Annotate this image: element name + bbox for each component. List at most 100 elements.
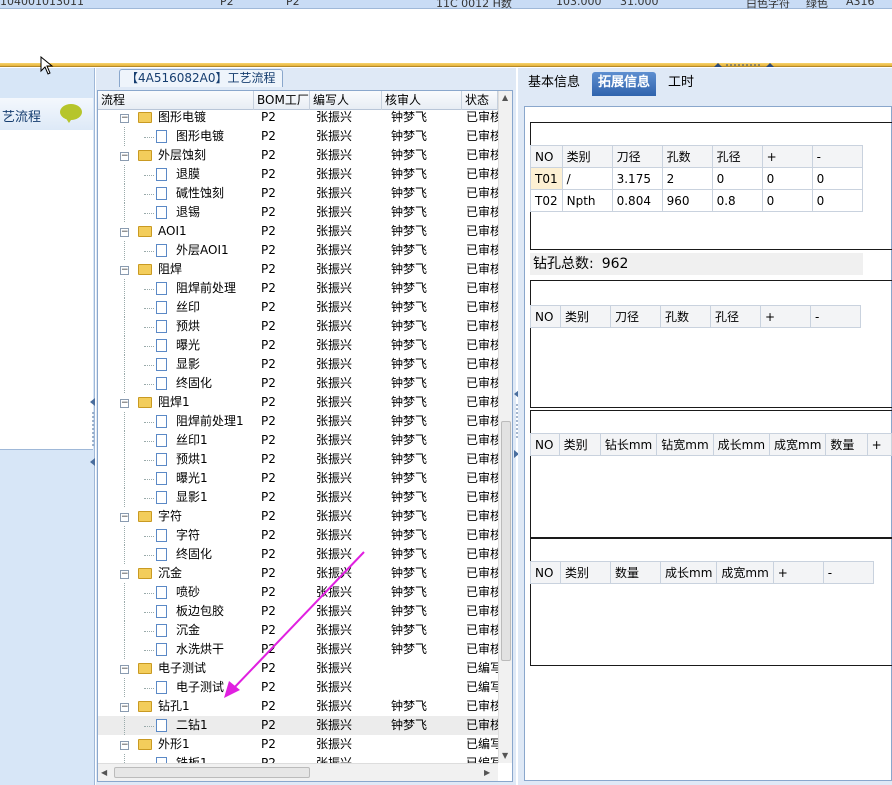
document-icon — [156, 168, 167, 181]
selected-record-strip[interactable]: 104001013011 P2 P2 11C 0012 H数 103.000 31.000… — [0, 0, 892, 10]
document-icon — [156, 605, 167, 618]
tree-row[interactable]: − AOI1 P2 张振兴 钟梦飞 已审核 — [98, 222, 498, 241]
tree-row[interactable]: 字符 P2 张振兴 钟梦飞 已审核 — [98, 526, 498, 545]
tree-row[interactable]: 退膜 P2 张振兴 钟梦飞 已审核 — [98, 165, 498, 184]
tree-row[interactable]: 沉金 P2 张振兴 钟梦飞 已审核 — [98, 621, 498, 640]
tree-cell-reviewer: 钟梦飞 — [391, 433, 428, 447]
t4-col: 成长mm — [659, 561, 718, 584]
collapse-icon[interactable]: − — [120, 266, 129, 275]
tree-row[interactable]: 显影 P2 张振兴 钟梦飞 已审核 — [98, 355, 498, 374]
tab-work-hours[interactable]: 工时 — [662, 72, 700, 96]
horizontal-scroll-thumb[interactable] — [114, 767, 310, 778]
table-row[interactable]: T01 / 3.175 2 0 0 0 — [530, 167, 863, 190]
horizontal-scrollbar[interactable]: ◀ ▶ — [98, 763, 498, 781]
scroll-right-icon[interactable]: ▶ — [484, 768, 490, 777]
vertical-scrollbar[interactable]: ▲ ▼ — [498, 91, 512, 763]
tree-row[interactable]: 板边包胶 P2 张振兴 钟梦飞 已审核 — [98, 602, 498, 621]
drill-col-no: NO — [530, 145, 563, 168]
collapse-icon[interactable]: − — [120, 741, 129, 750]
tree-cell-bom: P2 — [261, 566, 276, 580]
tree-row[interactable]: − 阻焊 P2 张振兴 钟梦飞 已审核 — [98, 260, 498, 279]
tree-row[interactable]: 图形电镀 P2 张振兴 钟梦飞 已审核 — [98, 127, 498, 146]
tree-row[interactable]: 丝印1 P2 张振兴 钟梦飞 已审核 — [98, 431, 498, 450]
section-2 — [530, 280, 892, 408]
drill-cell: 0.8 — [711, 189, 763, 212]
collapse-icon[interactable]: − — [120, 399, 129, 408]
tree-row[interactable]: 外层AOI1 P2 张振兴 钟梦飞 已审核 — [98, 241, 498, 260]
scroll-up-icon[interactable]: ▲ — [502, 93, 508, 102]
table-3[interactable]: NO 类别 钻长mm 钻宽mm 成长mm 成宽mm 数量 + — [530, 433, 892, 456]
tree-row[interactable]: − 沉金 P2 张振兴 钟梦飞 已审核 — [98, 564, 498, 583]
tree-row[interactable]: 预烘1 P2 张振兴 钟梦飞 已审核 — [98, 450, 498, 469]
tree-row[interactable]: − 外形1 P2 张振兴 已编写 — [98, 735, 498, 754]
folder-icon — [138, 226, 152, 237]
table-4[interactable]: NO 类别 数量 成长mm 成宽mm + - — [530, 561, 874, 584]
tree-line — [124, 412, 125, 431]
tab-basic-info[interactable]: 基本信息 — [522, 72, 586, 96]
tree-row[interactable]: 喷砂 P2 张振兴 钟梦飞 已审核 — [98, 583, 498, 602]
tree-row[interactable]: − 字符 P2 张振兴 钟梦飞 已审核 — [98, 507, 498, 526]
table-row[interactable]: T02 Npth 0.804 960 0.8 0 0 — [530, 189, 863, 212]
splitter-bar[interactable] — [0, 63, 892, 67]
tree-cell-status: 已审核 — [466, 433, 498, 447]
tree-row[interactable]: 水洗烘干 P2 张振兴 钟梦飞 已审核 — [98, 640, 498, 659]
collapse-icon[interactable]: − — [120, 513, 129, 522]
tree-cell-writer: 张振兴 — [316, 566, 353, 580]
vertical-scroll-thumb[interactable] — [501, 421, 511, 661]
document-icon — [156, 643, 167, 656]
t2-col: 孔数 — [660, 305, 711, 328]
t2-col: - — [810, 305, 861, 328]
tree-cell-name: 二钻1 — [176, 718, 208, 732]
tree-row[interactable]: − 钻孔1 P2 张振兴 钟梦飞 已审核 — [98, 697, 498, 716]
collapse-icon[interactable]: − — [120, 570, 129, 579]
chat-bubble-icon[interactable] — [60, 104, 82, 123]
tree-row[interactable]: 阻焊前处理1 P2 张振兴 钟梦飞 已审核 — [98, 412, 498, 431]
tree-cell-bom: P2 — [261, 300, 276, 314]
tree-row[interactable]: − 外层蚀刻 P2 张振兴 钟梦飞 已审核 — [98, 146, 498, 165]
tree-row[interactable]: 显影1 P2 张振兴 钟梦飞 已审核 — [98, 488, 498, 507]
tree-row[interactable]: 退锡 P2 张振兴 钟梦飞 已审核 — [98, 203, 498, 222]
tree-row[interactable]: 阻焊前处理 P2 张振兴 钟梦飞 已审核 — [98, 279, 498, 298]
tree-row[interactable]: 曝光1 P2 张振兴 钟梦飞 已审核 — [98, 469, 498, 488]
document-icon — [156, 548, 167, 561]
tree-row[interactable]: − 阻焊1 P2 张振兴 钟梦飞 已审核 — [98, 393, 498, 412]
tree-row[interactable]: 丝印 P2 张振兴 钟梦飞 已审核 — [98, 298, 498, 317]
tree-line — [124, 431, 125, 450]
tree-cell-writer: 张振兴 — [316, 167, 353, 181]
tree-row[interactable]: − 图形电镀 P2 张振兴 钟梦飞 已审核 — [98, 108, 498, 127]
tree-cell-reviewer: 钟梦飞 — [391, 224, 428, 238]
collapse-icon[interactable]: − — [120, 152, 129, 161]
tree-cell-status: 已编写 — [466, 680, 498, 694]
tree-row[interactable]: 终固化 P2 张振兴 钟梦飞 已审核 — [98, 545, 498, 564]
tree-row[interactable]: − 电子测试 P2 张振兴 已编写 — [98, 659, 498, 678]
tree-cell-name: 字符 — [158, 509, 183, 523]
strip-cell: P2 — [286, 0, 300, 8]
scroll-left-icon[interactable]: ◀ — [101, 768, 107, 777]
document-icon — [156, 624, 167, 637]
tree-row[interactable]: 碱性蚀刻 P2 张振兴 钟梦飞 已审核 — [98, 184, 498, 203]
tab-extended-info[interactable]: 拓展信息 — [592, 72, 657, 96]
tree-line — [144, 289, 154, 290]
tree-row[interactable]: 二钻1 P2 张振兴 钟梦飞 已审核 — [98, 716, 498, 735]
folder-icon — [138, 397, 152, 408]
collapse-icon[interactable]: − — [120, 228, 129, 237]
tree-row[interactable]: 电子测试 P2 张振兴 已编写 — [98, 678, 498, 697]
tree-cell-writer: 张振兴 — [316, 585, 353, 599]
t3-col: NO — [530, 433, 560, 456]
tree-row[interactable]: 曝光 P2 张振兴 钟梦飞 已审核 — [98, 336, 498, 355]
scroll-down-icon[interactable]: ▼ — [502, 751, 508, 760]
tree-row[interactable]: 终固化 P2 张振兴 钟梦飞 已审核 — [98, 374, 498, 393]
tree-cell-writer: 张振兴 — [316, 490, 353, 504]
collapse-icon[interactable]: − — [120, 665, 129, 674]
tree-cell-reviewer: 钟梦飞 — [391, 452, 428, 466]
tree-row[interactable]: 预烘 P2 张振兴 钟梦飞 已审核 — [98, 317, 498, 336]
collapse-icon[interactable]: − — [120, 114, 129, 123]
t2-col: 孔径 — [710, 305, 761, 328]
collapse-icon[interactable]: − — [120, 703, 129, 712]
left-panel-body — [0, 130, 93, 450]
drill-table[interactable]: NO 类别 刀径 孔数 孔径 + - T01 / 3.175 2 0 0 0 T… — [530, 145, 863, 212]
table-2[interactable]: NO 类别 刀径 孔数 孔径 + - — [530, 305, 861, 328]
process-tree-grid[interactable]: 流程 BOM工厂 编写人 核审人 状态 −图形电镀P2张振兴钟梦飞已审核图形电镀… — [97, 90, 513, 782]
tree-cell-status: 已审核 — [466, 585, 498, 599]
tree-cell-writer: 张振兴 — [316, 395, 353, 409]
